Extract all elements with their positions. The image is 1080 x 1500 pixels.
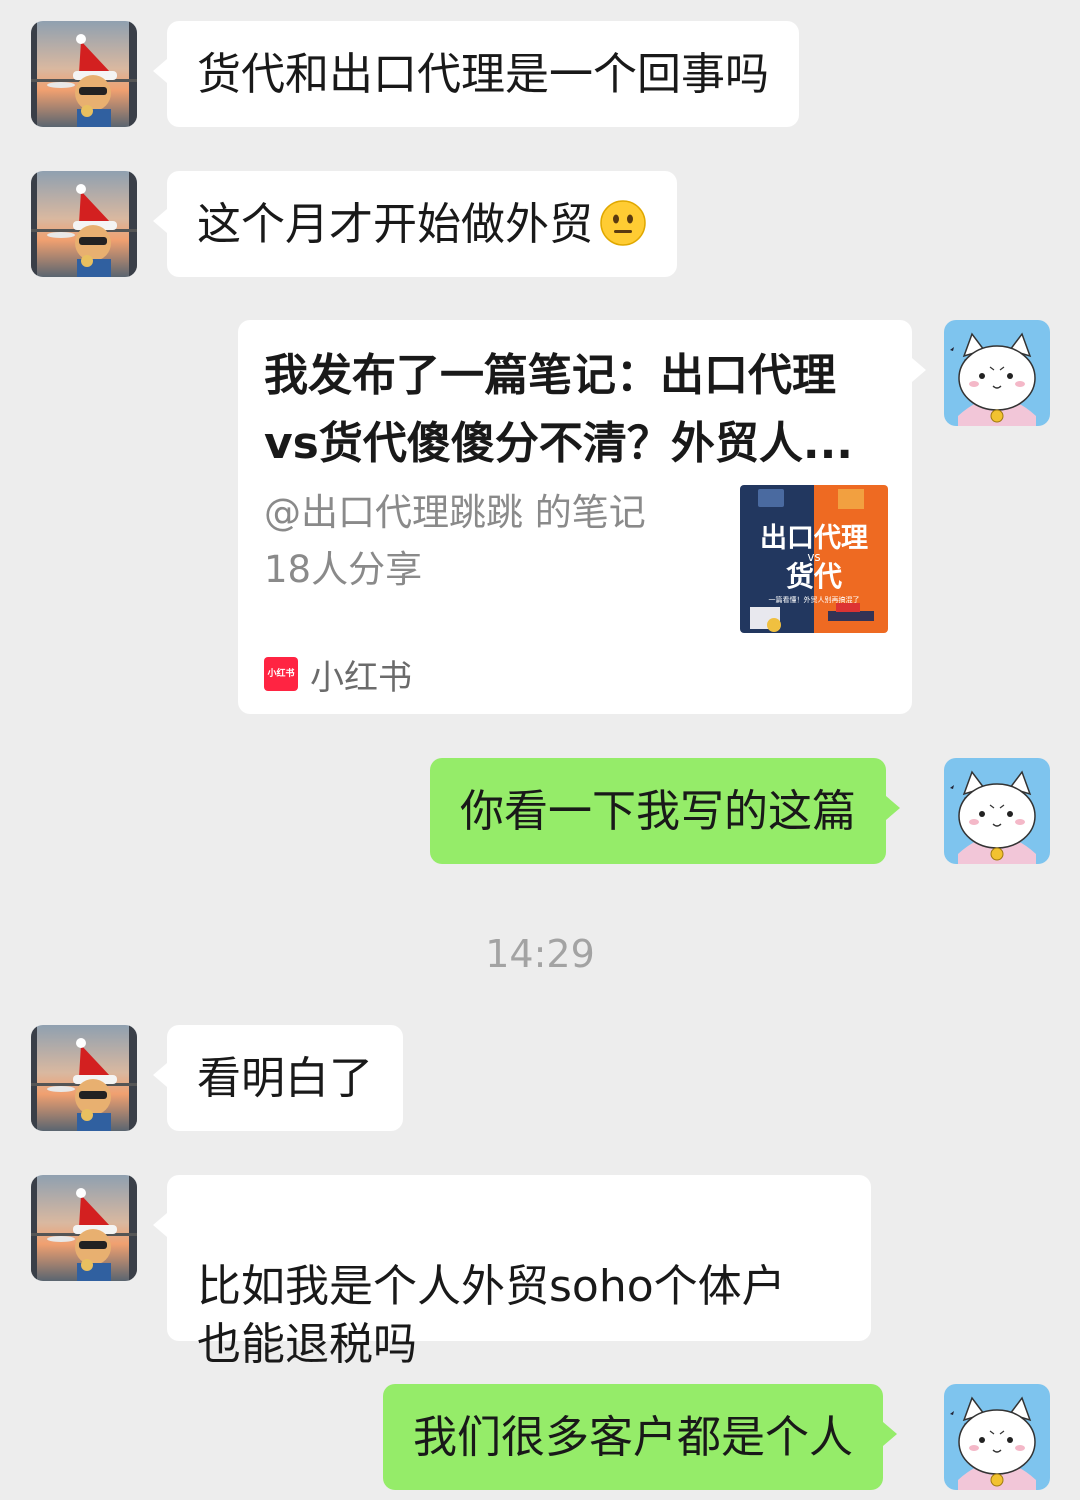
incoming-message[interactable]: 货代和出口代理是一个回事吗 <box>153 21 799 127</box>
self-avatar[interactable] <box>944 758 1050 864</box>
thumbnail-title-line2: 货代 <box>785 560 842 593</box>
card-title-line2: vs货代傻傻分不清？外贸人... <box>264 418 854 469</box>
source-name: 小红书 <box>310 657 412 698</box>
contact-avatar-image <box>31 1175 137 1281</box>
incoming-message[interactable]: 这个月才开始做外贸 <box>153 171 677 277</box>
self-avatar-image <box>944 1384 1050 1490</box>
message-text: 你看一下我写的这篇 <box>460 786 856 837</box>
card-share-count: 18人分享 <box>264 548 423 591</box>
message-text: 我们很多客户都是个人 <box>413 1412 853 1463</box>
outgoing-message[interactable]: 我们很多客户都是个人 <box>383 1384 897 1490</box>
card-title: 我发布了一篇笔记：出口代理 vs货代傻傻分不清？外贸人... <box>264 342 894 478</box>
message-text: 比如我是个人外贸soho个体户 也能退税吗 <box>197 1261 786 1370</box>
incoming-message[interactable]: 看明白了 <box>153 1025 403 1131</box>
self-avatar-image <box>944 320 1050 426</box>
thumbnail-subtitle: 一篇看懂！外贸人别再搞混了 <box>768 596 860 604</box>
card-source: 小红书 小红书 <box>264 652 412 698</box>
contact-avatar[interactable] <box>31 171 137 277</box>
contact-avatar-image <box>31 171 137 277</box>
xiaohongshu-logo-icon: 小红书 <box>264 657 298 691</box>
neutral-face-emoji-icon <box>599 199 647 247</box>
shared-note-card[interactable]: 我发布了一篇笔记：出口代理 vs货代傻傻分不清？外贸人... @出口代理跳跳 的… <box>238 320 926 714</box>
self-avatar[interactable] <box>944 320 1050 426</box>
contact-avatar-image <box>31 1025 137 1131</box>
contact-avatar[interactable] <box>31 1025 137 1131</box>
contact-avatar[interactable] <box>31 21 137 127</box>
contact-avatar-image <box>31 21 137 127</box>
outgoing-message[interactable]: 你看一下我写的这篇 <box>430 758 900 864</box>
message-text: 看明白了 <box>197 1053 373 1104</box>
timestamp: 14:29 <box>485 932 595 976</box>
card-title-line1: 我发布了一篇笔记：出口代理 <box>264 350 836 401</box>
self-avatar-image <box>944 758 1050 864</box>
contact-avatar[interactable] <box>31 1175 137 1281</box>
self-avatar[interactable] <box>944 1384 1050 1490</box>
message-text: 这个月才开始做外贸 <box>197 199 593 250</box>
incoming-message[interactable]: 比如我是个人外贸soho个体户 也能退税吗 <box>153 1175 871 1370</box>
message-text: 货代和出口代理是一个回事吗 <box>197 49 769 100</box>
card-thumbnail: 出口代理 vs 货代 一篇看懂！外贸人别再搞混了 <box>740 485 888 633</box>
card-author: @出口代理跳跳 的笔记 <box>264 491 646 534</box>
